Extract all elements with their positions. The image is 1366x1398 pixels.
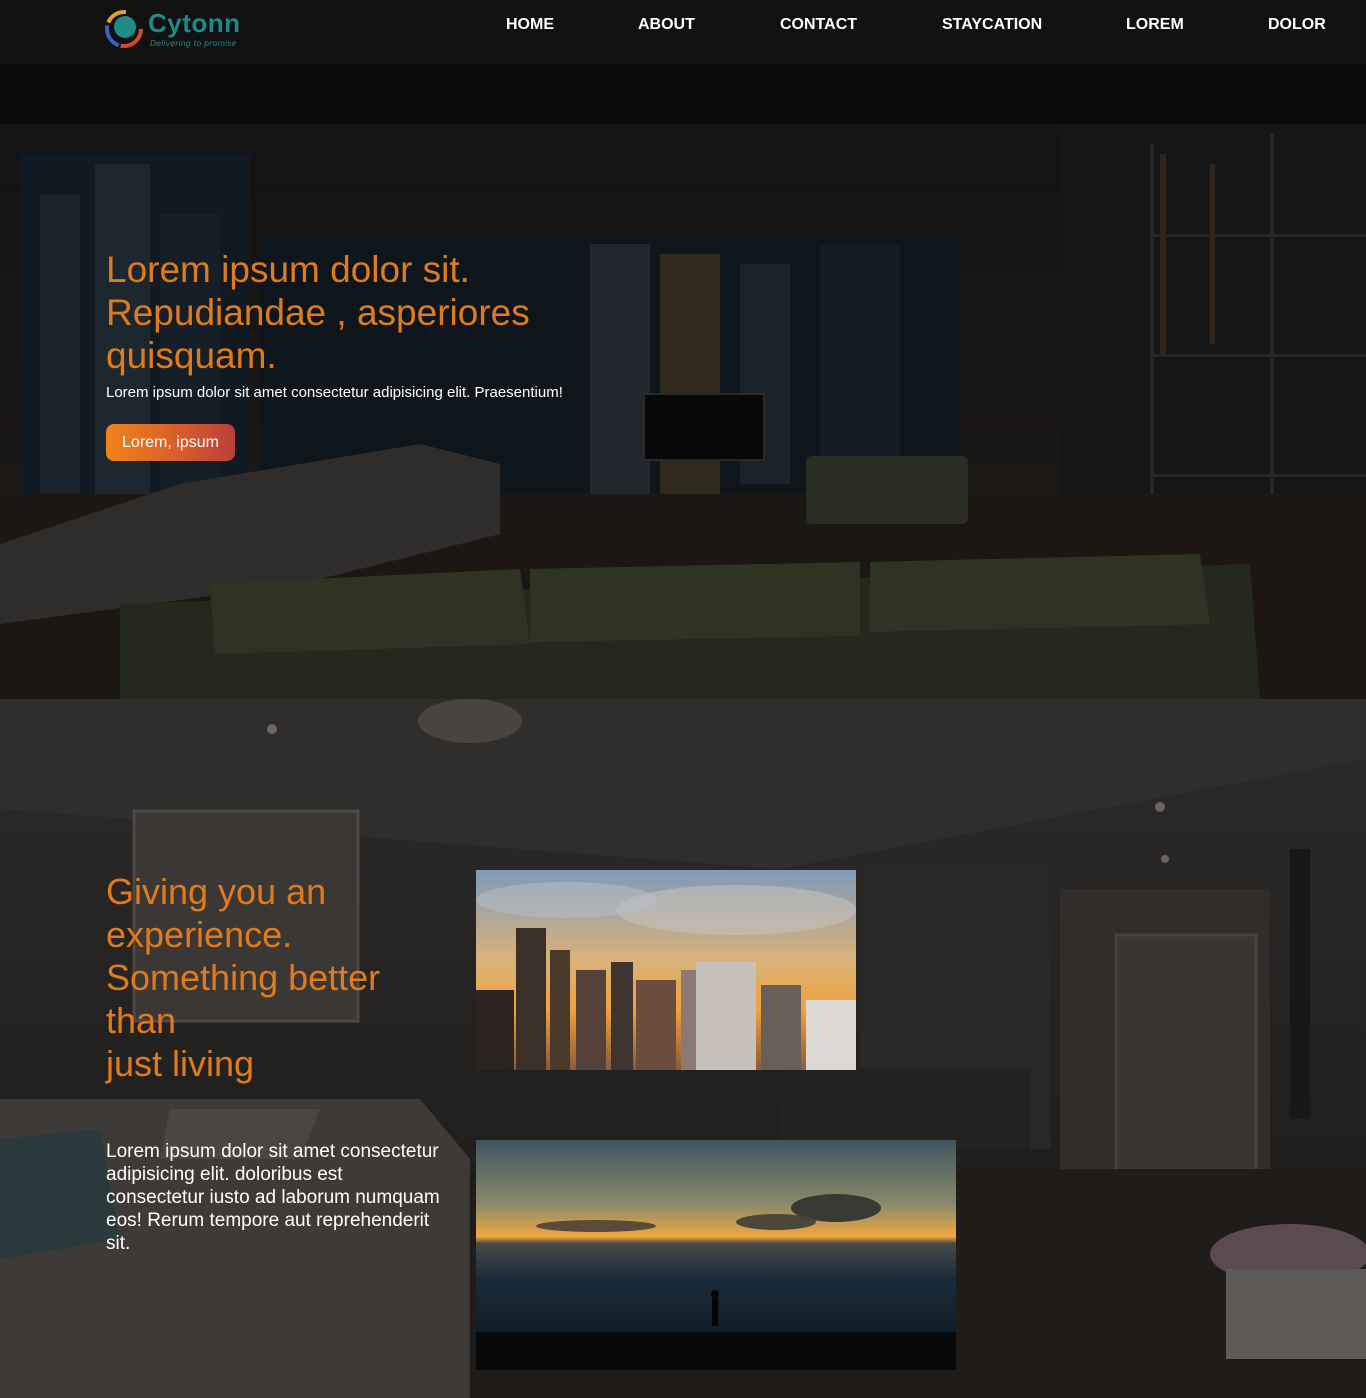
nav-contact[interactable]: CONTACT [780, 16, 857, 38]
experience-title: Giving you an experience. Something bett… [106, 870, 426, 1085]
experience-title-line: than [106, 1000, 177, 1041]
hero-subtitle: Lorem ipsum dolor sit amet consectetur a… [106, 384, 563, 401]
cytonn-logo-icon [105, 10, 143, 48]
experience-title-line: just living [106, 1043, 255, 1084]
hero-section: Lorem ipsum dolor sit. Repudiandae , asp… [0, 64, 1366, 699]
hero-overlay [0, 64, 1366, 699]
ocean-sunset-image [476, 1140, 956, 1370]
nav-staycation[interactable]: STAYCATION [942, 16, 1042, 38]
brand-name: Cytonn [148, 8, 241, 38]
experience-title-line: Something better [106, 957, 381, 998]
experience-title-line: experience. [106, 914, 293, 955]
nav-dolor[interactable]: DOLOR [1268, 16, 1326, 38]
experience-section: Giving you an experience. Something bett… [0, 699, 1366, 1398]
nav-lorem[interactable]: LOREM [1126, 16, 1184, 38]
nav-home[interactable]: HOME [506, 16, 554, 38]
brand-logo[interactable]: Cytonn Delivering to promise [104, 8, 244, 50]
top-navbar: Cytonn Delivering to promise HOME ABOUT … [0, 0, 1366, 64]
brand-tagline: Delivering to promise [150, 39, 237, 48]
experience-title-line: Giving you an [106, 871, 327, 912]
hero-title: Lorem ipsum dolor sit. Repudiandae , asp… [106, 249, 530, 376]
experience-body: Lorem ipsum dolor sit amet consectetur a… [106, 1141, 440, 1254]
city-skyline-image [476, 870, 856, 1070]
nav-about[interactable]: ABOUT [638, 16, 695, 38]
hero-cta-button[interactable]: Lorem, ipsum [106, 424, 235, 461]
